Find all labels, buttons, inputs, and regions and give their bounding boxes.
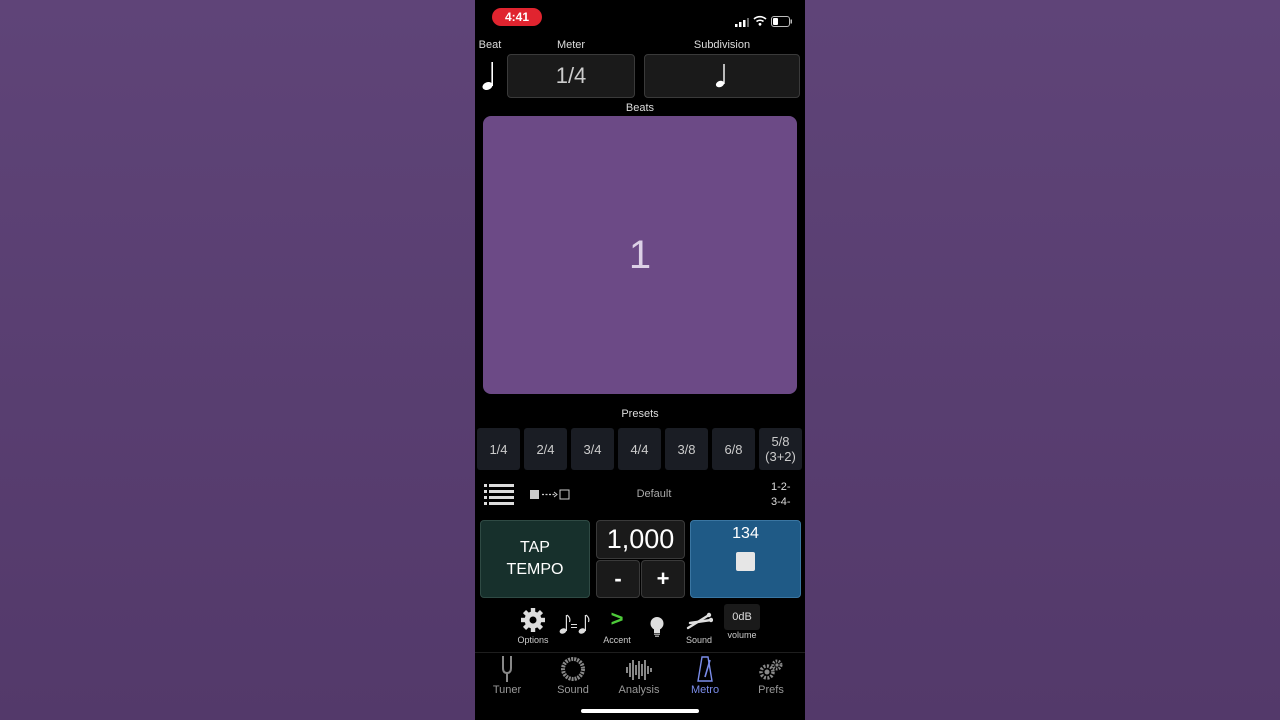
bpm-value: 134	[732, 525, 759, 542]
accent-icon[interactable]: >	[603, 606, 631, 632]
tap-tempo-button[interactable]: TAP TEMPO	[480, 520, 590, 598]
current-beat-number: 1	[628, 232, 652, 277]
preset-5-8[interactable]: 5/8 (3+2)	[759, 428, 802, 470]
tab-metro[interactable]: Metro	[675, 654, 735, 696]
volume-value: 0dB	[732, 611, 752, 623]
wifi-icon	[753, 13, 767, 31]
subdivision-selector[interactable]	[644, 54, 800, 98]
preset-2-4[interactable]: 2/4	[524, 428, 567, 470]
phone-screen: 4:41 Beat Meter Subdivision 1/4 Beats 1 …	[475, 0, 805, 720]
beats-label: Beats	[625, 102, 655, 114]
play-stop-button[interactable]: 134	[690, 520, 801, 598]
meter-selector[interactable]: 1/4	[507, 54, 635, 98]
status-time: 4:41	[492, 8, 542, 26]
preset-1-4[interactable]: 1/4	[477, 428, 520, 470]
volume-label: volume	[727, 630, 757, 640]
beat-note-icon[interactable]	[481, 60, 499, 92]
subdivision-label: Subdivision	[693, 39, 751, 51]
gears-icon	[759, 659, 783, 680]
preset-6-8[interactable]: 6/8	[712, 428, 755, 470]
beats-display[interactable]: 1	[483, 116, 797, 394]
sound-label: Sound	[685, 635, 713, 645]
lightbulb-icon[interactable]	[649, 616, 665, 638]
presets-label: Presets	[621, 408, 659, 420]
preset-4-4[interactable]: 4/4	[618, 428, 661, 470]
preset-name: Default	[636, 488, 672, 500]
note-equivalence-icon[interactable]	[559, 612, 591, 636]
tab-prefs[interactable]: Prefs	[741, 654, 801, 696]
tempo-plus-button[interactable]: +	[641, 560, 685, 598]
preset-list-icon[interactable]	[484, 483, 514, 511]
tab-sound[interactable]: Sound	[543, 654, 603, 696]
tuning-fork-icon	[502, 656, 512, 682]
home-indicator[interactable]	[581, 709, 699, 713]
tab-tuner[interactable]: Tuner	[477, 654, 537, 696]
tab-analysis[interactable]: Analysis	[609, 654, 669, 696]
tempo-minus-button[interactable]: -	[596, 560, 640, 598]
volume-control[interactable]: 0dB	[724, 604, 760, 630]
meter-value: 1/4	[555, 63, 587, 88]
stop-icon	[736, 552, 755, 571]
tempo-count-display[interactable]: 1,000	[596, 520, 685, 559]
options-gear-icon[interactable]	[519, 607, 547, 633]
meter-label: Meter	[556, 39, 586, 51]
accent-label: Accent	[603, 635, 631, 645]
preset-3-4[interactable]: 3/4	[571, 428, 614, 470]
waveform-icon	[626, 660, 652, 680]
sound-ring-icon	[561, 657, 585, 681]
tab-bar-divider	[475, 652, 805, 653]
save-preset-icon[interactable]	[529, 488, 571, 506]
count-display[interactable]: 1-2- 3-4-	[771, 480, 801, 510]
quarter-note-icon	[715, 64, 725, 88]
beat-label: Beat	[478, 39, 502, 51]
metronome-icon	[697, 656, 713, 682]
battery-icon	[771, 14, 793, 32]
sound-sticks-icon[interactable]	[685, 609, 714, 633]
signal-icon	[735, 14, 749, 32]
options-label: Options	[517, 635, 549, 645]
preset-3-8[interactable]: 3/8	[665, 428, 708, 470]
